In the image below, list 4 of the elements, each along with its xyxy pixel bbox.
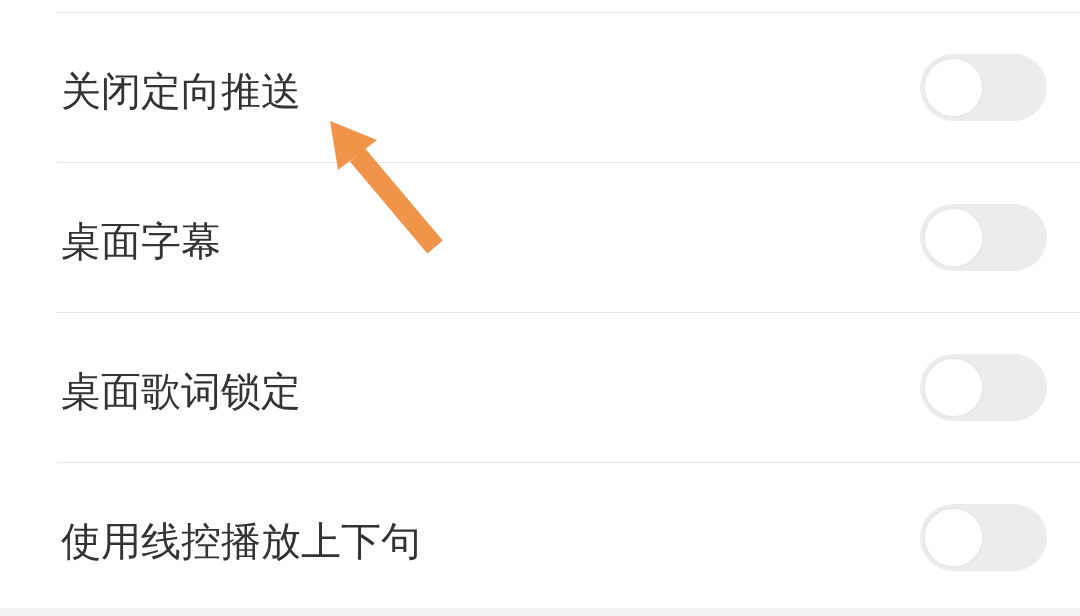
setting-label: 桌面字幕 (61, 216, 221, 265)
setting-label: 桌面歌词锁定 (61, 366, 301, 415)
setting-label: 关闭定向推送 (61, 66, 301, 115)
setting-label: 使用线控播放上下句 (61, 516, 421, 565)
